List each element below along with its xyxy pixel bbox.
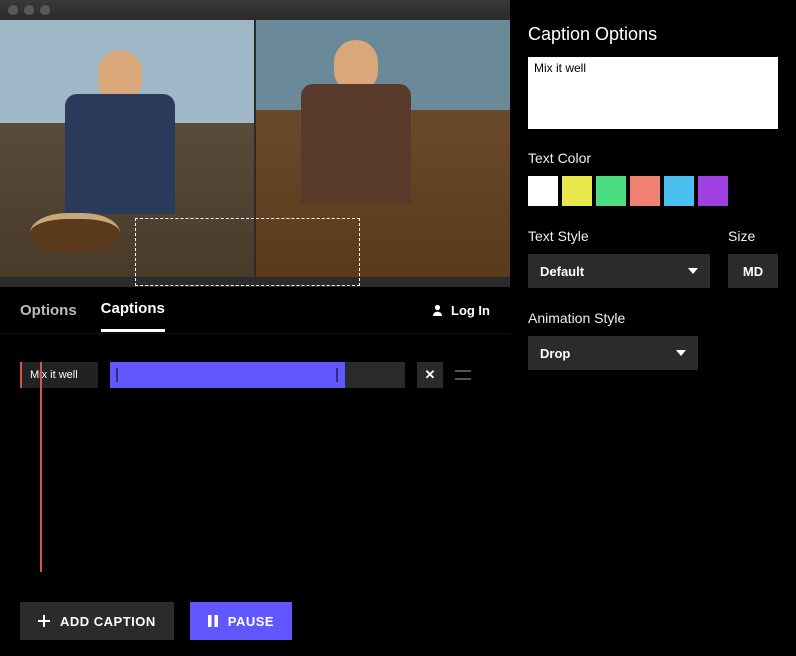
- panel-title: Caption Options: [528, 24, 778, 45]
- text-style-label: Text Style: [528, 228, 710, 244]
- size-value: MD: [743, 264, 763, 279]
- video-frame-right: [256, 20, 510, 277]
- remove-caption-button[interactable]: ✕: [417, 362, 443, 388]
- video-preview: [0, 20, 510, 287]
- caption-clip-label[interactable]: Mix it well: [20, 362, 98, 388]
- text-style-value: Default: [540, 264, 584, 279]
- clip-resize-handle-left[interactable]: [116, 368, 119, 382]
- color-swatch[interactable]: [562, 176, 592, 206]
- caption-text-input[interactable]: [528, 57, 778, 129]
- video-frame-left: [0, 20, 254, 277]
- text-color-label: Text Color: [528, 150, 778, 166]
- animation-style-value: Drop: [540, 346, 570, 361]
- caption-clip-bar[interactable]: [110, 362, 345, 388]
- bottom-buttons: Add Caption Pause: [0, 602, 510, 656]
- person-illustration: [50, 50, 190, 230]
- plus-icon: [38, 615, 50, 627]
- animation-style-select[interactable]: Drop: [528, 336, 698, 370]
- caption-clip-bar-wrap: [110, 362, 405, 388]
- color-swatch[interactable]: [664, 176, 694, 206]
- user-icon: [432, 304, 443, 316]
- close-icon: ✕: [425, 367, 436, 383]
- pause-label: Pause: [228, 614, 274, 629]
- tabs-row: Options Captions Log In: [0, 287, 510, 334]
- chevron-down-icon: [676, 350, 686, 356]
- person-illustration: [286, 40, 426, 220]
- traffic-minimize-icon[interactable]: [24, 5, 34, 15]
- tab-captions[interactable]: Captions: [101, 288, 165, 332]
- login-label: Log In: [451, 303, 490, 318]
- add-caption-button[interactable]: Add Caption: [20, 602, 174, 640]
- timeline-playhead[interactable]: [40, 362, 42, 572]
- color-swatch[interactable]: [528, 176, 558, 206]
- color-swatch[interactable]: [596, 176, 626, 206]
- animation-style-label: Animation Style: [528, 310, 778, 326]
- chevron-down-icon: [688, 268, 698, 274]
- text-color-swatches: [528, 176, 778, 206]
- tab-options[interactable]: Options: [20, 290, 77, 331]
- pause-icon: [208, 615, 218, 627]
- window-titlebar: [0, 0, 510, 20]
- reorder-handle-icon[interactable]: [455, 370, 471, 380]
- caption-row: Mix it well ✕: [20, 362, 490, 388]
- traffic-zoom-icon[interactable]: [40, 5, 50, 15]
- bowl-illustration: [30, 213, 120, 253]
- size-label: Size: [728, 228, 778, 244]
- size-select[interactable]: MD: [728, 254, 778, 288]
- timeline-area: Mix it well ✕: [0, 334, 510, 602]
- caption-clip-empty: [345, 362, 405, 388]
- timeline-track[interactable]: Mix it well ✕: [20, 362, 490, 582]
- login-button[interactable]: Log In: [432, 303, 490, 318]
- pause-button[interactable]: Pause: [190, 602, 292, 640]
- text-style-select[interactable]: Default: [528, 254, 710, 288]
- text-style-field: Text Style Default: [528, 228, 710, 288]
- size-field: Size MD: [728, 228, 778, 288]
- caption-options-panel: Caption Options Text Color Text Style De…: [510, 0, 796, 656]
- editor-left-pane: Options Captions Log In Mix it well: [0, 0, 510, 656]
- add-caption-label: Add Caption: [60, 614, 156, 629]
- clip-resize-handle-right[interactable]: [336, 368, 339, 382]
- color-swatch[interactable]: [630, 176, 660, 206]
- traffic-close-icon[interactable]: [8, 5, 18, 15]
- color-swatch[interactable]: [698, 176, 728, 206]
